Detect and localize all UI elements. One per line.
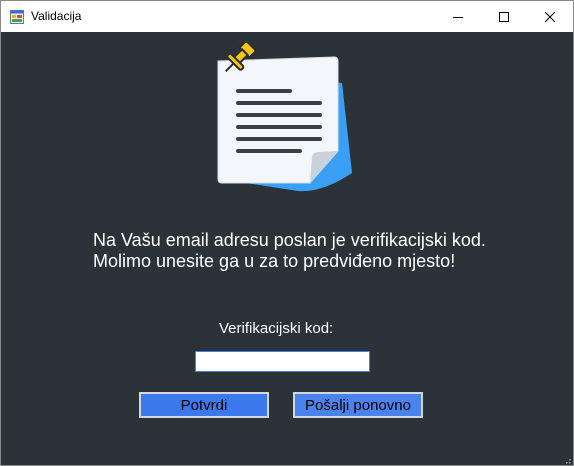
message-line-2: Molimo unesite ga u za to predviđeno mje…	[93, 251, 456, 271]
window-title: Validacija	[31, 9, 82, 23]
close-button[interactable]	[527, 1, 573, 32]
maximize-icon	[499, 11, 509, 22]
close-icon	[545, 11, 555, 22]
minimize-button[interactable]	[435, 1, 481, 32]
form-app-icon	[10, 10, 24, 24]
minimize-icon	[453, 16, 463, 18]
confirm-button[interactable]: Potvrdi	[139, 392, 269, 418]
resize-grip-icon[interactable]	[562, 454, 571, 464]
title-bar[interactable]: Validacija	[1, 1, 573, 32]
notepad-pin-icon	[202, 40, 362, 193]
verification-code-label: Verifikacijski kod:	[219, 320, 334, 337]
instruction-message: Na Vašu email adresu poslan je verifikac…	[93, 230, 533, 272]
resend-button[interactable]: Pošalji ponovno	[293, 392, 423, 418]
verification-code-input[interactable]	[195, 351, 370, 372]
message-line-1: Na Vašu email adresu poslan je verifikac…	[93, 230, 486, 250]
maximize-button[interactable]	[481, 1, 527, 32]
client-area: Na Vašu email adresu poslan je verifikac…	[1, 32, 573, 465]
validation-window: Validacija Na Vašu email adresu poslan j…	[0, 0, 574, 466]
